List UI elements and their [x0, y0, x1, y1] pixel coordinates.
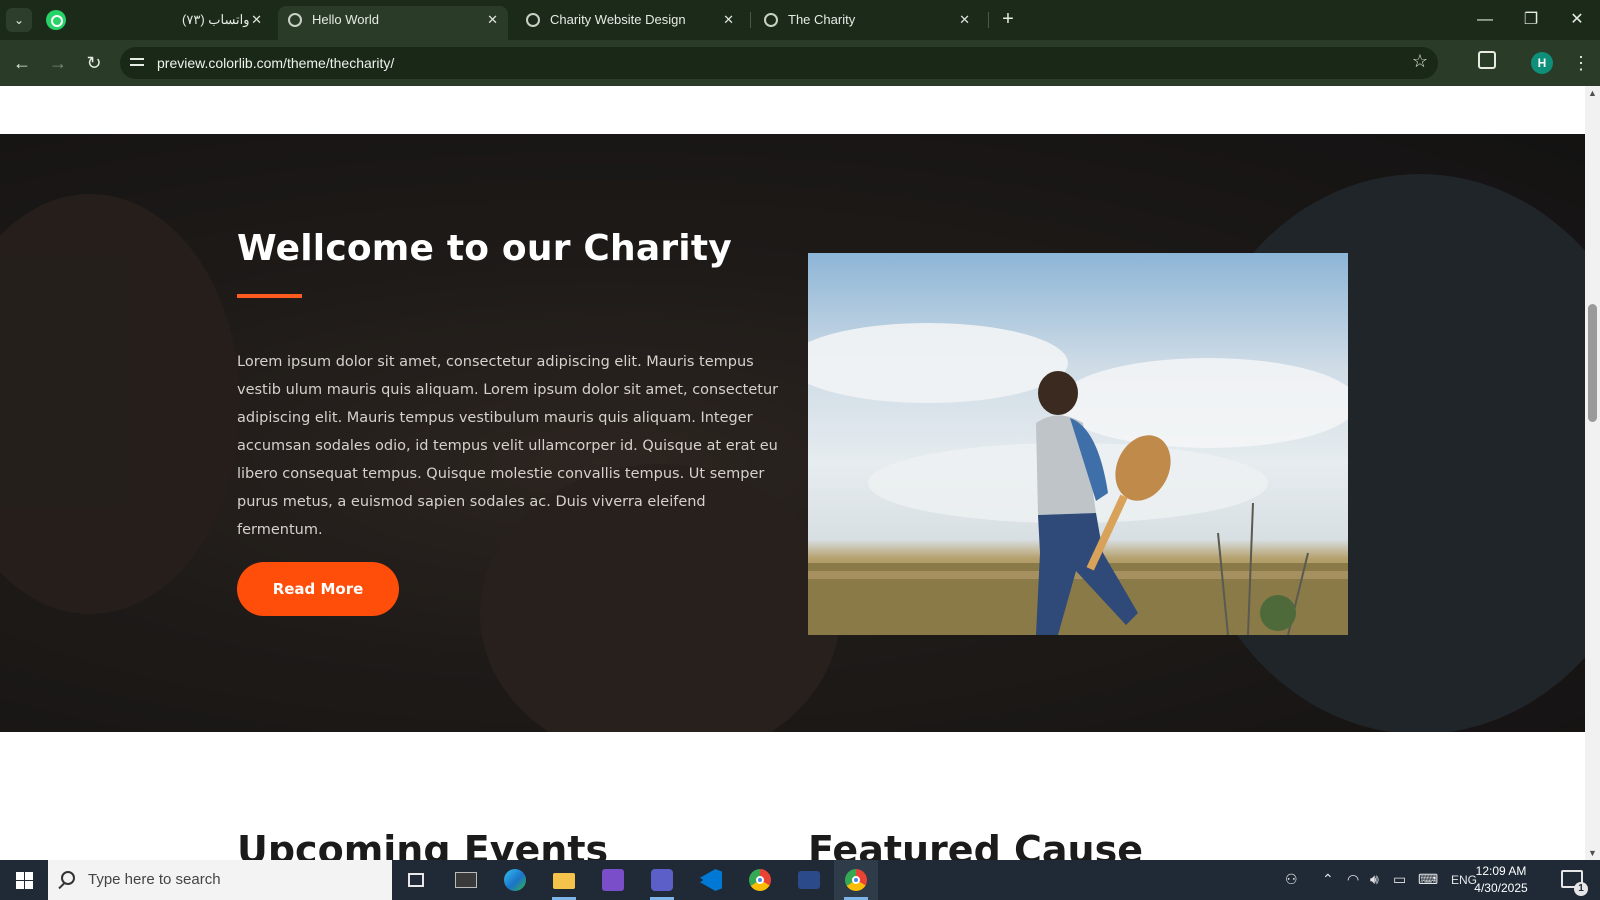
- visual-studio-icon[interactable]: [599, 866, 627, 894]
- close-tab-icon[interactable]: ✕: [251, 6, 262, 34]
- keyboard-icon[interactable]: ⌨: [1418, 871, 1438, 888]
- close-tab-icon[interactable]: ✕: [959, 6, 970, 34]
- search-icon: [61, 871, 75, 885]
- browser-tab-bar: ⌄ واتساب (٧٣) ✕ Hello World ✕ Charity We…: [0, 0, 1600, 40]
- tab-search-menu-button[interactable]: ⌄: [6, 8, 32, 32]
- charity-photo: [808, 253, 1348, 635]
- globe-icon: [288, 13, 302, 27]
- boy-with-guitar-image: [808, 323, 1348, 635]
- extensions-icon[interactable]: [1478, 51, 1496, 69]
- tab-whatsapp[interactable]: واتساب (٧٣) ✕: [72, 6, 272, 40]
- search-placeholder: Type here to search: [88, 871, 221, 888]
- site-info-icon[interactable]: [128, 53, 148, 73]
- scroll-up-icon[interactable]: ▲: [1588, 88, 1597, 98]
- globe-icon: [764, 13, 778, 27]
- close-tab-icon[interactable]: ✕: [487, 6, 498, 34]
- volume-icon[interactable]: 🔊︎: [1370, 871, 1379, 888]
- page-scrollbar[interactable]: ▲ ▼: [1585, 86, 1600, 860]
- scroll-down-icon[interactable]: ▼: [1588, 848, 1597, 858]
- browser-toolbar: ← → ↻ preview.colorlib.com/theme/thechar…: [0, 40, 1600, 86]
- minimize-button[interactable]: —: [1465, 6, 1505, 34]
- featured-cause-title: Featured Cause: [808, 828, 1143, 860]
- clock-time: 12:09 AM: [1475, 864, 1527, 878]
- tab-label: Hello World: [312, 12, 379, 27]
- tab-label: Charity Website Design: [550, 12, 686, 27]
- tab-separator: [988, 12, 989, 28]
- close-window-button[interactable]: ✕: [1557, 6, 1597, 34]
- reload-button[interactable]: ↻: [80, 49, 108, 77]
- windows-taskbar: Type here to search ⚇ ⌃ ◠ 🔊︎ ▭ ⌨ ENG 12:…: [0, 860, 1600, 900]
- whatsapp-icon[interactable]: [46, 10, 66, 30]
- tab-charity-website-design[interactable]: Charity Website Design ✕: [516, 6, 744, 40]
- tab-the-charity[interactable]: The Charity ✕: [754, 6, 980, 40]
- network-icon[interactable]: ◠: [1347, 871, 1359, 888]
- chatgpt-icon: [526, 13, 540, 27]
- taskbar-search-box[interactable]: Type here to search: [48, 860, 392, 900]
- chevron-up-icon[interactable]: ⌃: [1322, 871, 1334, 888]
- vscode-icon[interactable]: [697, 866, 725, 894]
- upcoming-events-title: Upcoming Events: [237, 828, 609, 860]
- notification-badge: 1: [1574, 882, 1588, 896]
- title-underline: [237, 294, 302, 298]
- chrome-icon[interactable]: [746, 866, 774, 894]
- edge-icon[interactable]: [501, 866, 529, 894]
- url-text[interactable]: preview.colorlib.com/theme/thecharity/: [157, 55, 394, 71]
- tab-label: واتساب (٧٣): [182, 12, 250, 27]
- browser-menu-icon[interactable]: ⋮: [1572, 50, 1590, 76]
- clock-date: 4/30/2025: [1474, 881, 1528, 895]
- page-viewport: Wellcome to our Charity Lorem ipsum dolo…: [0, 86, 1585, 860]
- new-tab-button[interactable]: +: [996, 8, 1020, 32]
- people-icon[interactable]: ⚇: [1285, 871, 1298, 888]
- teams-icon[interactable]: [648, 866, 676, 894]
- profile-avatar[interactable]: H: [1531, 52, 1553, 74]
- chrome-profile-icon[interactable]: [834, 860, 878, 900]
- back-button[interactable]: ←: [8, 49, 36, 77]
- windows-start-button[interactable]: [0, 860, 48, 900]
- task-view-icon[interactable]: [402, 866, 430, 894]
- tab-label: The Charity: [788, 12, 856, 27]
- system-clock[interactable]: 12:09 AM 4/30/2025: [1456, 863, 1546, 897]
- welcome-section: Wellcome to our Charity Lorem ipsum dolo…: [0, 134, 1585, 732]
- tab-hello-world[interactable]: Hello World ✕: [278, 6, 508, 40]
- tab-separator: [750, 12, 751, 28]
- restore-button[interactable]: ❐: [1511, 6, 1551, 34]
- battery-icon[interactable]: ▭: [1393, 871, 1406, 888]
- read-more-button[interactable]: Read More: [237, 562, 399, 616]
- forward-button[interactable]: →: [44, 49, 72, 77]
- close-tab-icon[interactable]: ✕: [723, 6, 734, 34]
- address-bar[interactable]: preview.colorlib.com/theme/thecharity/ ☆: [120, 47, 1438, 79]
- app-icon[interactable]: [795, 866, 823, 894]
- bookmark-star-icon[interactable]: ☆: [1412, 51, 1428, 72]
- scrollbar-thumb[interactable]: [1588, 304, 1597, 422]
- file-explorer-icon[interactable]: [550, 866, 578, 894]
- terminal-icon[interactable]: [452, 866, 480, 894]
- welcome-text: Lorem ipsum dolor sit amet, consectetur …: [237, 354, 779, 538]
- welcome-title: Wellcome to our Charity: [237, 228, 732, 269]
